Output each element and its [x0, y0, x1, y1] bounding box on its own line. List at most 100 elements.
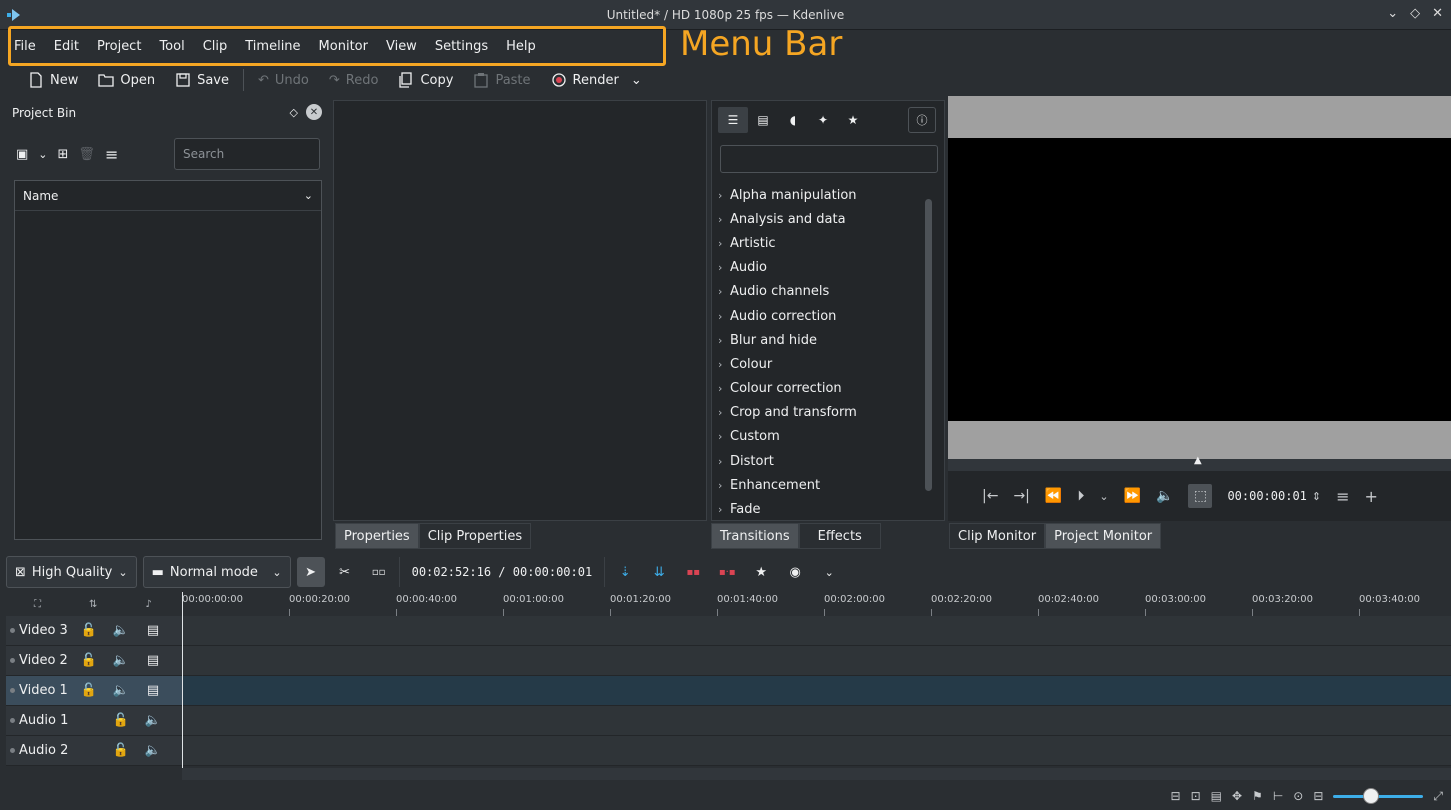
effect-category[interactable]: › Analysis and data	[718, 207, 920, 231]
forward-icon[interactable]: ⏩	[1124, 488, 1141, 504]
menu-settings[interactable]: Settings	[426, 39, 497, 54]
sort-tracks-icon[interactable]: ⇅	[89, 599, 97, 610]
zoom-slider-knob[interactable]	[1363, 788, 1380, 804]
tab-transitions[interactable]: Transitions	[711, 523, 799, 549]
new-button[interactable]: New	[18, 66, 88, 94]
menu-timeline[interactable]: Timeline	[236, 39, 309, 54]
timeline-timecode[interactable]: 00:02:52:16 / 00:00:00:01	[398, 557, 606, 587]
hide-video-icon[interactable]: ▤	[137, 683, 169, 698]
extract-icon[interactable]: ▪·▪	[713, 557, 741, 587]
minimize-icon[interactable]: ⌄	[1387, 6, 1398, 21]
monitor-video-area[interactable]	[948, 138, 1451, 421]
tab-effects[interactable]: Effects	[798, 523, 881, 549]
hamburger-menu-icon[interactable]: ≡	[105, 145, 118, 164]
audio-track-icon[interactable]: ♪	[145, 599, 151, 610]
effect-category[interactable]: › Alpha manipulation	[718, 183, 920, 207]
split-audio-icon[interactable]: ⊟	[1171, 789, 1181, 803]
track-header-audio-2[interactable]: Audio 2 🔓 🔈	[6, 736, 182, 766]
selection-tool-icon[interactable]: ➤	[296, 557, 325, 587]
close-panel-icon[interactable]: ✕	[306, 104, 322, 120]
undo-button[interactable]: ↶ Undo	[248, 66, 319, 94]
hamburger-menu-icon[interactable]: ≡	[1336, 487, 1349, 506]
track-audio-1[interactable]	[182, 706, 1451, 736]
mute-audio-icon[interactable]: 🔈	[137, 713, 169, 728]
edit-mode-select[interactable]: ▬ Normal mode ⌄	[142, 556, 291, 588]
render-button[interactable]: Render ⌄	[541, 66, 652, 94]
lift-icon[interactable]: ▪▪	[679, 557, 707, 587]
track-header-video-1[interactable]: Video 1 🔓 🔈 ▤	[6, 676, 182, 706]
custom-effects-icon[interactable]: ✦	[808, 107, 838, 133]
chevron-down-icon[interactable]: ⌄	[815, 557, 843, 587]
effect-category[interactable]: › Colour	[718, 352, 920, 376]
effect-category[interactable]: › Custom	[718, 425, 920, 449]
track-header-video-3[interactable]: Video 3 🔓 🔈 ▤	[6, 616, 182, 646]
hide-video-icon[interactable]: ▤	[137, 653, 169, 668]
go-to-end-icon[interactable]: →|	[1013, 488, 1029, 504]
volume-icon[interactable]: 🔈	[1156, 488, 1173, 504]
show-video-thumbs-icon[interactable]: ▤	[1211, 789, 1222, 803]
menu-edit[interactable]: Edit	[45, 39, 88, 54]
thumbnails-icon[interactable]: ⊡	[1191, 789, 1201, 803]
timeline-horizontal-scrollbar[interactable]	[182, 768, 1451, 780]
snap-icon[interactable]: ⊢	[1273, 789, 1283, 803]
delete-icon[interactable]: 🗑	[78, 147, 95, 162]
rewind-icon[interactable]: ⏪	[1045, 488, 1062, 504]
effect-category[interactable]: › Audio correction	[718, 304, 920, 328]
menu-file[interactable]: File	[14, 39, 45, 54]
hide-video-icon[interactable]: ▤	[137, 623, 169, 638]
record-icon[interactable]: ◉	[781, 557, 809, 587]
menu-project[interactable]: Project	[88, 39, 150, 54]
chevron-down-icon[interactable]: ⌄	[304, 189, 313, 202]
track-video-1[interactable]	[182, 676, 1451, 706]
zoom-in-icon[interactable]: ⤢	[1433, 789, 1443, 804]
lock-icon[interactable]: 🔓	[73, 653, 105, 668]
monitor-playhead-marker[interactable]: ▲	[1194, 455, 1202, 466]
effect-category[interactable]: › Enhancement	[718, 473, 920, 497]
track-video-2[interactable]	[182, 646, 1451, 676]
menu-view[interactable]: View	[377, 39, 426, 54]
monitor-timecode[interactable]: 00:00:00:01	[1227, 489, 1306, 503]
tab-clip-monitor[interactable]: Clip Monitor	[949, 523, 1046, 549]
effect-category[interactable]: › Fade	[718, 497, 920, 519]
add-folder-icon[interactable]: ⊞	[58, 147, 69, 162]
lock-icon[interactable]: 🔓	[73, 623, 105, 638]
timeline-zoom-slider[interactable]	[1333, 788, 1424, 804]
tab-project-monitor[interactable]: Project Monitor	[1045, 523, 1162, 549]
maximize-icon[interactable]: ◇	[1410, 6, 1420, 21]
collapse-tracks-icon[interactable]: ⛶	[34, 599, 41, 610]
effects-scrollbar[interactable]	[922, 185, 934, 515]
zone-icon[interactable]: ⬚	[1188, 484, 1213, 508]
fit-zoom-icon[interactable]: ⊙	[1293, 789, 1303, 803]
track-audio-2[interactable]	[182, 736, 1451, 766]
mute-audio-icon[interactable]: 🔈	[137, 743, 169, 758]
mute-audio-icon[interactable]: 🔈	[105, 653, 137, 668]
preview-quality-select[interactable]: ⊠ High Quality ⌄	[6, 556, 137, 588]
effect-category[interactable]: › Crop and transform	[718, 401, 920, 425]
spacer-tool-icon[interactable]: ▫▫	[365, 557, 393, 587]
audio-effects-icon[interactable]: ◖	[778, 107, 808, 133]
project-bin-list[interactable]: Name ⌄	[14, 180, 322, 540]
track-header-audio-1[interactable]: Audio 1 🔓 🔈	[6, 706, 182, 736]
redo-button[interactable]: ↷ Redo	[319, 66, 389, 94]
favorite-star-icon[interactable]: ★	[747, 557, 775, 587]
overwrite-icon[interactable]: ⇊	[645, 557, 673, 587]
float-panel-icon[interactable]: ◇	[290, 106, 298, 119]
project-bin-search-input[interactable]: Search	[174, 138, 320, 170]
show-markers-icon[interactable]: ⚑	[1252, 789, 1263, 803]
chevron-down-icon[interactable]: ⌄	[631, 73, 642, 88]
name-column-header[interactable]: Name ⌄	[15, 181, 321, 211]
scrollbar-thumb[interactable]	[925, 199, 932, 491]
show-keyframes-icon[interactable]: ✥	[1232, 789, 1242, 803]
save-button[interactable]: Save	[165, 66, 239, 94]
copy-button[interactable]: Copy	[388, 66, 463, 94]
all-effects-icon[interactable]: ☰	[718, 107, 748, 133]
monitor-ruler[interactable]: ▲	[948, 455, 1451, 471]
chevron-down-icon[interactable]: ⌄	[1099, 490, 1108, 503]
lock-icon[interactable]: 🔓	[73, 683, 105, 698]
track-video-3[interactable]	[182, 616, 1451, 646]
timeline-area[interactable]: 00:00:00:00 00:00:20:00 00:00:40:00 00:01:0…	[182, 592, 1451, 768]
video-effects-icon[interactable]: ▤	[748, 107, 778, 133]
tab-clip-properties[interactable]: Clip Properties	[418, 523, 532, 549]
close-window-icon[interactable]: ✕	[1432, 6, 1443, 21]
effect-category[interactable]: › Audio channels	[718, 280, 920, 304]
